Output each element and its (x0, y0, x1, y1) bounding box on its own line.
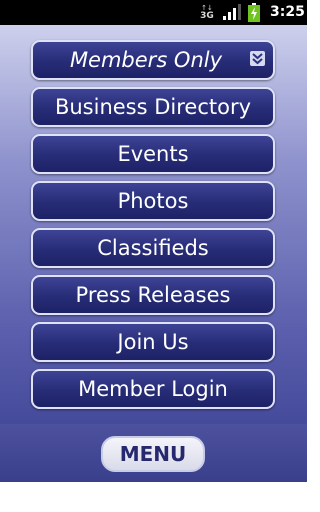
events-button[interactable]: Events (31, 134, 275, 174)
battery-charging-icon (248, 3, 260, 22)
network-type-indicator: ↑↓ 3G (200, 4, 214, 21)
classifieds-label: Classifieds (97, 236, 209, 260)
photos-label: Photos (117, 189, 189, 213)
clock: 3:25 (270, 4, 305, 20)
status-bar: ↑↓ 3G 3:25 (0, 0, 307, 25)
member-login-label: Member Login (78, 377, 228, 401)
members-only-label: Members Only (69, 48, 223, 72)
press-releases-label: Press Releases (75, 283, 231, 307)
join-us-button[interactable]: Join Us (31, 322, 275, 362)
members-only-button[interactable]: Members Only (31, 40, 275, 80)
app-screen: Members Only Business Directory Events P… (0, 25, 307, 492)
bottom-bar: MENU (0, 424, 307, 482)
member-login-button[interactable]: Member Login (31, 369, 275, 409)
press-releases-button[interactable]: Press Releases (31, 275, 275, 315)
signal-bars-icon (223, 4, 241, 20)
menu-button-label: MENU (119, 442, 187, 466)
photos-button[interactable]: Photos (31, 181, 275, 221)
events-label: Events (117, 142, 189, 166)
chevron-double-down-icon (250, 51, 265, 66)
business-directory-button[interactable]: Business Directory (31, 87, 275, 127)
blank-area (0, 482, 307, 512)
join-us-label: Join Us (117, 330, 189, 354)
classifieds-button[interactable]: Classifieds (31, 228, 275, 268)
menu-button[interactable]: MENU (101, 436, 205, 472)
business-directory-label: Business Directory (54, 95, 252, 119)
